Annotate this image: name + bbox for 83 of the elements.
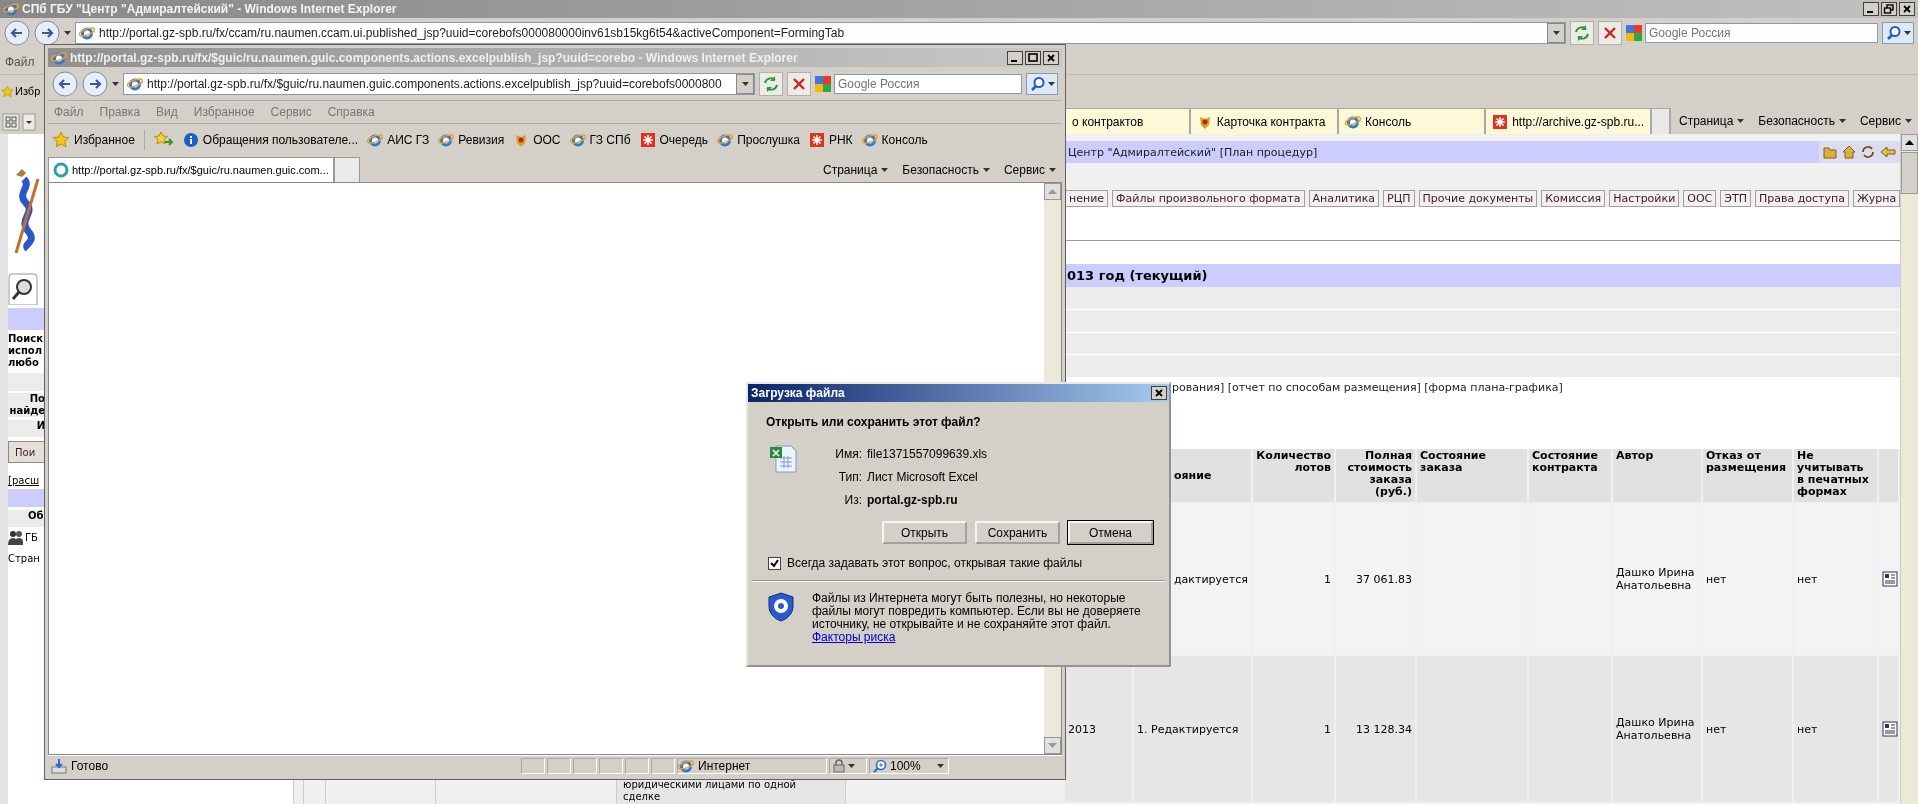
page-tab[interactable]: Настройки <box>1609 190 1680 207</box>
dialog-button[interactable]: Сохранить <box>975 521 1060 544</box>
favorites-button[interactable]: Избр <box>1 84 41 98</box>
address-field[interactable]: http://portal.gz-spb.ru/fx/$guic/ru.naumen.guic.components.actions.excelpublish_jsp?uuid=corebofs0000800 <box>123 72 755 95</box>
found-label: По найде <box>8 393 45 417</box>
checkbox-label: Всегда задавать этот вопрос, открывая такие файлы <box>787 556 1083 570</box>
column-header: Отказ от размещения <box>1703 449 1792 502</box>
table-cell: 1 <box>1253 656 1334 802</box>
page-tab[interactable]: Аналитика <box>1308 190 1380 207</box>
menu-item[interactable]: Файл <box>5 55 35 69</box>
page-tab[interactable]: нение <box>1065 190 1109 207</box>
command-button[interactable]: Сервис <box>1859 114 1912 128</box>
page-tab[interactable]: ЭТП <box>1720 190 1751 207</box>
field-label: Из: <box>843 493 862 507</box>
organization-link[interactable]: ГБ <box>25 532 38 543</box>
table-cell: Дашко Ирина Анатольевна <box>1613 656 1701 802</box>
address-text: http://portal.gz-spb.ru/fx/$guic/ru.naumen.guic.components.actions.excelpublish_jsp?uuid=corebofs0000800 <box>147 76 722 91</box>
table-cell: нет <box>1794 656 1877 802</box>
search-field[interactable]: Google Россия <box>1645 22 1878 43</box>
favorite-link[interactable]: Ревизия <box>438 131 505 148</box>
page-tab[interactable]: Файлы произвольного формата <box>1112 190 1305 207</box>
field-value: portal.gz-spb.ru <box>867 493 959 507</box>
command-button[interactable]: Безопасность <box>1758 114 1846 128</box>
search-hint: Поиск испол любо <box>8 333 44 369</box>
window-title: СПб ГБУ "Центр "Адмиралтейский" - Windows Internet Explorer <box>22 2 397 16</box>
dialog-question: Открыть или сохранить этот файл? <box>766 415 982 429</box>
risk-link[interactable]: Факторы риска <box>812 630 896 644</box>
page-tab[interactable]: Права доступа <box>1754 190 1849 207</box>
dialog-button[interactable]: Открыть <box>882 521 967 544</box>
column-header: Состояние контракта <box>1529 449 1611 502</box>
page-tab[interactable]: РЦП <box>1383 190 1415 207</box>
command-button[interactable]: Сервис <box>1003 162 1056 177</box>
status-label: Готово <box>71 759 109 773</box>
table-cell: нет <box>1703 656 1792 802</box>
favorite-link[interactable]: РНК <box>808 131 853 148</box>
field-label: Тип: <box>837 470 862 484</box>
window-title: http://portal.gz-spb.ru/fx/$guic/ru.naumen.guic.components.actions.excelpublish_jsp?uuid=corebo - Windows Internet Explorer <box>70 50 798 65</box>
page-tab[interactable]: Журна <box>1852 190 1901 207</box>
browser-tab[interactable]: Карточка контракта <box>1189 108 1339 134</box>
favorite-link[interactable]: Обращения пользователе... <box>182 131 359 148</box>
browser-tab[interactable]: http://archive.gz-spb.ru... <box>1485 108 1652 134</box>
command-button[interactable]: Страница <box>822 162 889 177</box>
section-title: 013 год (текущий) <box>1065 264 1900 287</box>
favorite-link[interactable]: ООС <box>513 131 561 148</box>
column-header: Количество лотов <box>1253 449 1334 502</box>
favorite-link[interactable]: Консоль <box>861 131 928 148</box>
dialog-title: Загрузка файла <box>751 386 845 400</box>
column-header: Не учитывать в печатных формах <box>1794 449 1877 502</box>
search-field[interactable]: Google Россия <box>834 73 1022 94</box>
column-header: Об <box>8 510 45 527</box>
column-header: Полная стоимость заказа (руб.) <box>1336 449 1415 502</box>
favorite-link[interactable]: АИС ГЗ <box>367 131 430 148</box>
field-value: file1371557099639.xls <box>867 447 988 461</box>
page-tab[interactable]: Комиссия <box>1541 190 1606 207</box>
page-tab[interactable]: Прочие документы <box>1418 190 1538 207</box>
command-button[interactable]: Страница <box>1678 114 1745 128</box>
table-cell: 13 128.34 <box>1336 656 1415 802</box>
column-header: Автор <box>1613 449 1701 502</box>
browser-tab[interactable]: http://portal.gz-spb.ru/fx/$guic/ru.naumen.guic.com... <box>48 157 334 182</box>
address-text: http://portal.gz-spb.ru/fx/ccam/ru.naumen.ccam.ui.published_jsp?uuid=corebofs000080000inv61sb15kg6t54&activeComponent=FormingTab <box>99 25 845 40</box>
favorites-button[interactable]: Избранное <box>52 131 135 148</box>
search-button[interactable]: Пои <box>8 441 45 463</box>
page-title: Центр "Адмиралтейский" [План процедур] <box>1068 145 1318 159</box>
table-cell: юридическими лицами по одной сделке <box>623 779 797 804</box>
field-value: Лист Microsoft Excel <box>867 470 979 484</box>
table-cell: 1. Редактируется <box>1134 656 1251 802</box>
field-label: И <box>8 420 45 437</box>
pager-text: Стран <box>8 553 41 564</box>
column-header: Состояние заказа <box>1417 449 1527 502</box>
field-label: Имя: <box>834 447 862 461</box>
page-tab[interactable]: ООС <box>1683 190 1717 207</box>
address-field[interactable]: http://portal.gz-spb.ru/fx/ccam/ru.naumen.ccam.ui.published_jsp?uuid=corebofs000080000inv61sb15kg6t54&activeComponent=FormingTab <box>75 21 1566 44</box>
zoom-button[interactable]: 100% <box>869 758 949 774</box>
favorite-link[interactable]: Очередь <box>639 131 709 148</box>
dialog-button[interactable]: Отмена <box>1068 521 1153 544</box>
command-button[interactable]: Безопасность <box>902 162 990 177</box>
report-links[interactable]: рования] [отчет по способам размещения] [форма плана-графика] <box>1172 381 1563 394</box>
zone-label: Интернет <box>698 759 751 773</box>
browser-tab[interactable]: о контрактов <box>1065 108 1190 134</box>
favorite-link[interactable]: Прослушка <box>717 131 800 148</box>
browser-tab[interactable]: Консоль <box>1338 108 1486 134</box>
expand-link[interactable]: [расш <box>8 475 45 486</box>
favorite-link[interactable]: ГЗ СПб <box>569 131 631 148</box>
